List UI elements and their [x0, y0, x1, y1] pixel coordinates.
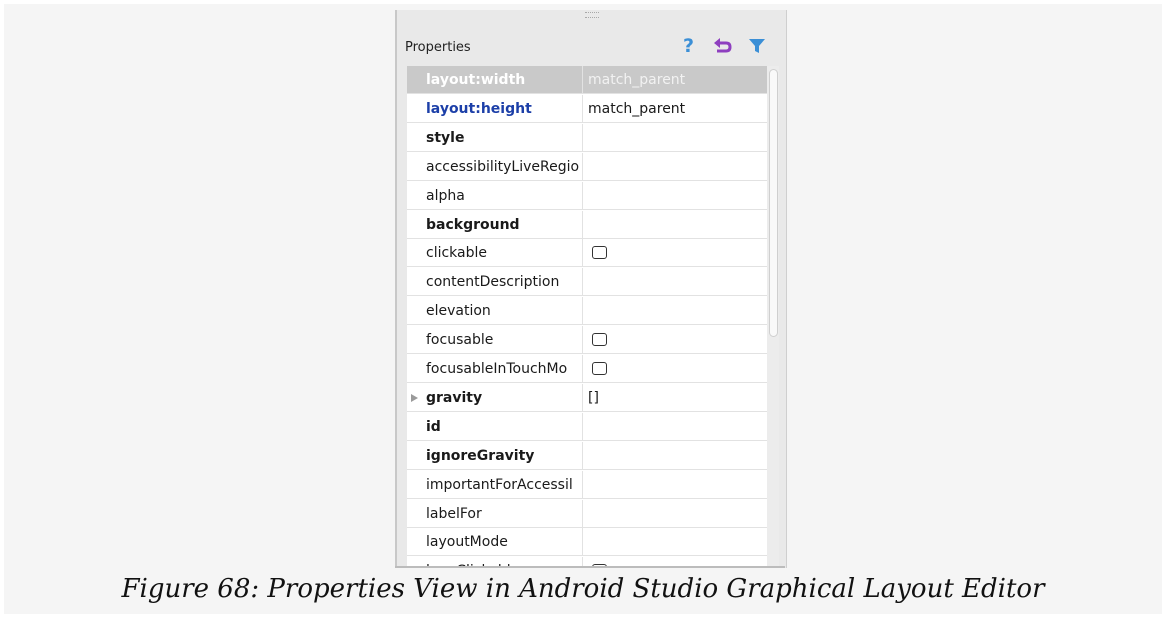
- property-value[interactable]: [588, 442, 764, 470]
- property-row[interactable]: layoutMode: [407, 528, 767, 557]
- property-name: ignoreGravity: [407, 441, 583, 470]
- property-name: layout:width: [407, 66, 583, 94]
- property-value[interactable]: [588, 528, 764, 556]
- property-row[interactable]: clickable: [407, 239, 767, 268]
- property-name: gravity: [407, 383, 583, 412]
- property-row[interactable]: layout:width match_parent: [407, 66, 767, 94]
- property-value[interactable]: [588, 268, 764, 296]
- property-value[interactable]: []: [588, 384, 764, 412]
- panel-bottom-border: [395, 566, 785, 568]
- property-value[interactable]: [588, 297, 764, 325]
- property-value[interactable]: [588, 355, 764, 383]
- panel-title: Properties: [405, 40, 471, 55]
- property-name: contentDescription: [407, 268, 583, 297]
- undo-icon[interactable]: [711, 34, 732, 56]
- property-name: layoutMode: [407, 528, 583, 557]
- drag-grip[interactable]: [585, 12, 599, 18]
- property-name: layout:height: [407, 94, 583, 123]
- properties-panel: Properties ? layout:width match_parent lay…: [395, 10, 787, 568]
- property-value[interactable]: match_parent: [588, 95, 764, 123]
- property-value[interactable]: [588, 471, 764, 499]
- property-row[interactable]: importantForAccessil: [407, 470, 767, 499]
- expand-arrow-icon[interactable]: [411, 393, 418, 402]
- property-row[interactable]: accessibilityLiveRegio: [407, 152, 767, 181]
- figure-caption: Figure 68: Properties View in Android St…: [121, 574, 1045, 604]
- property-value[interactable]: [588, 153, 764, 181]
- property-name: alpha: [407, 181, 583, 210]
- property-row[interactable]: alpha: [407, 181, 767, 210]
- svg-text:?: ?: [683, 35, 694, 56]
- property-row[interactable]: labelFor: [407, 499, 767, 528]
- property-checkbox[interactable]: [592, 333, 607, 347]
- property-name: labelFor: [407, 499, 583, 528]
- property-row[interactable]: id: [407, 412, 767, 441]
- property-row[interactable]: ignoreGravity: [407, 441, 767, 470]
- vertical-scrollbar[interactable]: [767, 66, 779, 568]
- property-name: clickable: [407, 239, 583, 268]
- property-checkbox[interactable]: [592, 362, 607, 375]
- property-value[interactable]: [588, 413, 764, 441]
- scrollbar-thumb[interactable]: [769, 69, 778, 337]
- filter-icon[interactable]: [747, 34, 767, 56]
- property-row[interactable]: focusableInTouchMo: [407, 355, 767, 383]
- property-name: accessibilityLiveRegio: [407, 152, 583, 181]
- property-value[interactable]: [588, 326, 764, 354]
- property-row[interactable]: focusable: [407, 326, 767, 355]
- property-name: elevation: [407, 297, 583, 326]
- property-name: background: [407, 210, 583, 239]
- property-row[interactable]: background: [407, 210, 767, 239]
- property-name: id: [407, 412, 583, 441]
- property-row[interactable]: layout:height match_parent: [407, 94, 767, 123]
- property-name: importantForAccessil: [407, 470, 583, 499]
- help-icon[interactable]: ?: [679, 34, 699, 57]
- property-name: focusable: [407, 326, 583, 355]
- panel-header: Properties ?: [397, 24, 786, 64]
- property-name: focusableInTouchMo: [407, 355, 583, 383]
- property-row[interactable]: contentDescription: [407, 268, 767, 297]
- property-value[interactable]: [588, 239, 764, 267]
- property-value[interactable]: match_parent: [588, 66, 764, 94]
- property-row[interactable]: elevation: [407, 297, 767, 326]
- property-value[interactable]: [588, 182, 764, 210]
- property-checkbox[interactable]: [592, 246, 607, 260]
- property-row[interactable]: style: [407, 123, 767, 152]
- property-name: style: [407, 123, 583, 152]
- property-value[interactable]: [588, 124, 764, 152]
- property-value[interactable]: [588, 211, 764, 239]
- properties-table: layout:width match_parent layout:height mat…: [407, 66, 767, 568]
- property-value[interactable]: [588, 500, 764, 528]
- property-row[interactable]: gravity[]: [407, 383, 767, 412]
